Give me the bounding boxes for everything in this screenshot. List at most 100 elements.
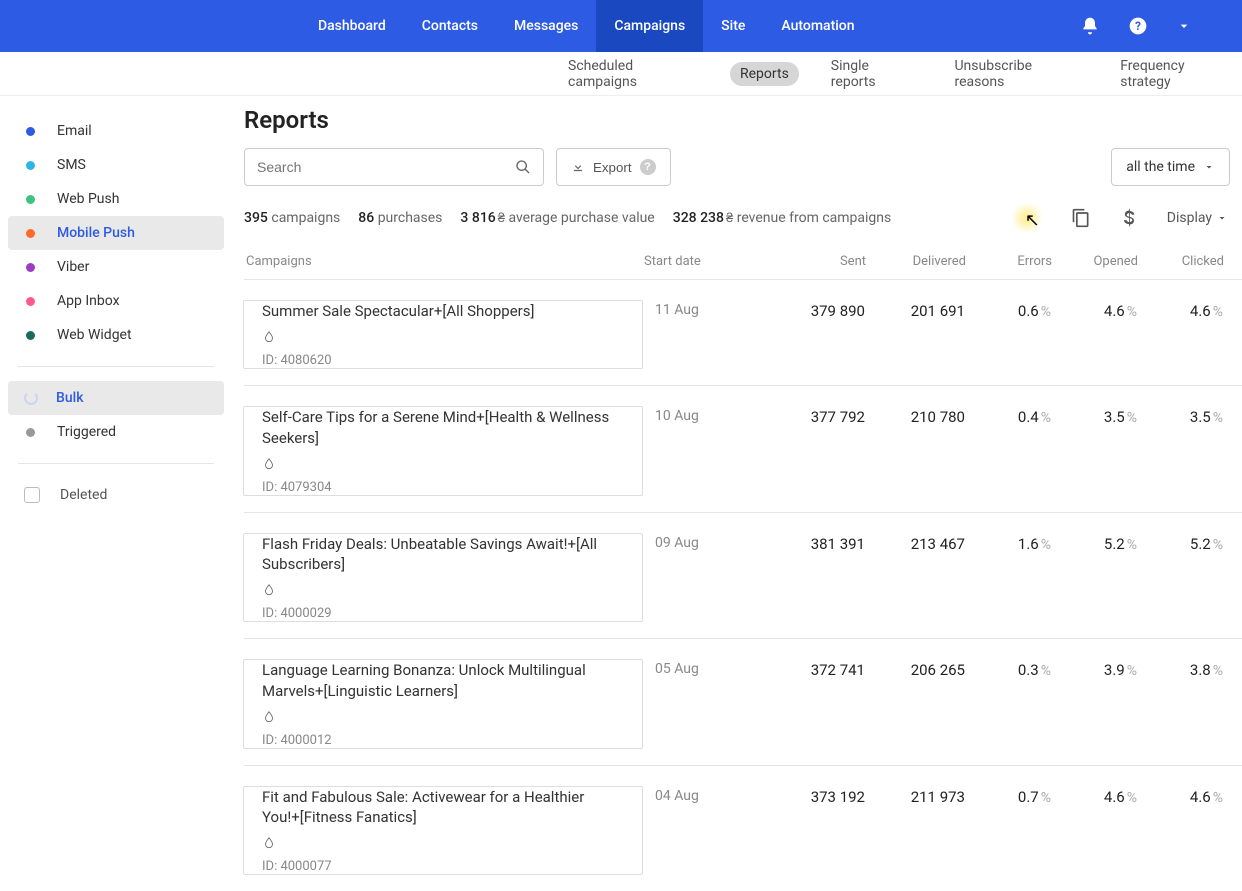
table-header: Campaigns Start date Sent Delivered Erro… <box>244 244 1242 279</box>
campaign-id: ID: 4079304 <box>262 480 624 495</box>
campaign-title: Self-Care Tips for a Serene Mind+[Health… <box>262 407 624 448</box>
copy-icon[interactable] <box>1071 208 1091 228</box>
sidebar-channel-label: Viber <box>57 259 89 275</box>
cell-start-date: 05 Aug <box>643 659 765 749</box>
cell-sent: 372 741 <box>765 659 865 749</box>
table-row[interactable]: Flash Friday Deals: Unbeatable Savings A… <box>244 512 1242 639</box>
export-button[interactable]: Export ? <box>556 148 671 186</box>
stat-revenue-value: 328 238 <box>673 210 724 226</box>
display-label: Display <box>1167 210 1212 226</box>
cell-opened: 3.5% <box>1051 406 1137 496</box>
cell-errors: 0.3% <box>965 659 1051 749</box>
sidebar-channel-sms[interactable]: SMS <box>8 148 224 182</box>
search-input-wrap[interactable] <box>244 148 544 186</box>
dot-icon <box>26 428 35 437</box>
sidebar-deleted-toggle[interactable]: Deleted <box>8 478 224 512</box>
cell-sent: 373 192 <box>765 786 865 876</box>
topnav-item-dashboard[interactable]: Dashboard <box>300 0 404 52</box>
table-row[interactable]: Summer Sale Spectacular+[All Shoppers] ID… <box>244 279 1242 385</box>
stat-avg-value: 3 816 <box>460 210 495 226</box>
subnav-item-single-reports[interactable]: Single reports <box>821 54 923 94</box>
topnav-item-automation[interactable]: Automation <box>763 0 872 52</box>
sidebar-channel-email[interactable]: Email <box>8 114 224 148</box>
spinner-icon <box>24 391 38 405</box>
campaign-title: Summer Sale Spectacular+[All Shoppers] <box>262 301 624 321</box>
subnav-item-frequency-strategy[interactable]: Frequency strategy <box>1110 54 1242 94</box>
col-start-date: Start date <box>644 254 766 269</box>
cell-errors: 0.6% <box>965 300 1051 369</box>
dollar-icon[interactable] <box>1119 208 1139 228</box>
table-row[interactable]: Self-Care Tips for a Serene Mind+[Health… <box>244 385 1242 512</box>
sidebar-channel-web-widget[interactable]: Web Widget <box>8 318 224 352</box>
campaign-id: ID: 4000012 <box>262 733 624 748</box>
droplet-icon <box>262 456 276 472</box>
cell-delivered: 206 265 <box>865 659 965 749</box>
chevron-down-icon <box>1216 212 1228 224</box>
cell-sent: 379 890 <box>765 300 865 369</box>
cell-clicked: 4.6% <box>1137 786 1223 876</box>
stat-avg-label: average purchase value <box>508 210 654 226</box>
campaign-cell: Self-Care Tips for a Serene Mind+[Health… <box>243 406 643 496</box>
col-sent: Sent <box>766 254 866 269</box>
cell-delivered: 210 780 <box>865 406 965 496</box>
subnav-item-reports[interactable]: Reports <box>730 62 799 86</box>
droplet-icon <box>262 582 276 598</box>
stat-campaigns-label: campaigns <box>271 210 340 226</box>
table-row[interactable]: Fit and Fabulous Sale: Activewear for a … <box>244 765 1242 891</box>
sidebar-channel-label: App Inbox <box>57 293 120 309</box>
cell-delivered: 201 691 <box>865 300 965 369</box>
cell-errors: 1.6% <box>965 533 1051 623</box>
campaign-id: ID: 4000077 <box>262 859 624 874</box>
stats-row: 395 campaigns 86 purchases 3 816₴ averag… <box>244 202 1242 234</box>
cell-start-date: 09 Aug <box>643 533 765 623</box>
cell-start-date: 10 Aug <box>643 406 765 496</box>
sub-nav: Scheduled campaigns Reports Single reports… <box>0 52 1242 96</box>
cell-clicked: 5.2% <box>1137 533 1223 623</box>
search-input[interactable] <box>257 159 515 175</box>
channel-dot-icon <box>26 127 35 136</box>
topnav-item-campaigns[interactable]: Campaigns <box>596 0 703 52</box>
subnav-item-unsubscribe-reasons[interactable]: Unsubscribe reasons <box>944 54 1088 94</box>
help-icon[interactable]: ? <box>1128 16 1148 36</box>
top-nav: DashboardContactsMessagesCampaignsSiteAu… <box>0 0 1242 52</box>
search-icon <box>515 159 531 175</box>
sidebar-type-bulk[interactable]: Bulk <box>8 381 224 415</box>
cell-delivered: 211 973 <box>865 786 965 876</box>
sidebar-type-triggered[interactable]: Triggered <box>8 415 224 449</box>
campaign-id: ID: 4080620 <box>262 353 624 368</box>
campaign-id: ID: 4000029 <box>262 606 624 621</box>
currency-symbol: ₴ <box>498 211 505 226</box>
time-range-select[interactable]: all the time <box>1111 148 1230 186</box>
sidebar-separator <box>18 366 214 367</box>
bell-icon[interactable] <box>1080 16 1100 36</box>
topnav-item-messages[interactable]: Messages <box>496 0 596 52</box>
table-row[interactable]: Language Learning Bonanza: Unlock Multil… <box>244 638 1242 765</box>
cell-clicked: 3.5% <box>1137 406 1223 496</box>
display-toggle[interactable]: Display <box>1167 210 1228 226</box>
droplet-icon <box>262 835 276 851</box>
sidebar-channel-viber[interactable]: Viber <box>8 250 224 284</box>
stat-purchases-count: 86 <box>358 210 374 226</box>
sidebar-channel-web-push[interactable]: Web Push <box>8 182 224 216</box>
sidebar-channel-app-inbox[interactable]: App Inbox <box>8 284 224 318</box>
channel-dot-icon <box>26 263 35 272</box>
help-badge-icon: ? <box>640 159 656 175</box>
cell-clicked: 3.8% <box>1137 659 1223 749</box>
droplet-icon <box>262 329 276 345</box>
campaign-title: Fit and Fabulous Sale: Activewear for a … <box>262 787 624 828</box>
cell-sent: 377 792 <box>765 406 865 496</box>
cell-errors: 0.7% <box>965 786 1051 876</box>
cell-opened: 3.9% <box>1051 659 1137 749</box>
cell-sent: 381 391 <box>765 533 865 623</box>
page-title: Reports <box>244 106 1242 134</box>
col-clicked: Clicked <box>1138 254 1224 269</box>
cursor-highlight: ↖ <box>1011 202 1043 234</box>
cell-opened: 4.6% <box>1051 786 1137 876</box>
topnav-item-site[interactable]: Site <box>703 0 763 52</box>
account-chevron-icon[interactable] <box>1176 18 1192 34</box>
stat-revenue-label: revenue from campaigns <box>737 210 892 226</box>
sidebar-channel-mobile-push[interactable]: Mobile Push <box>8 216 224 250</box>
subnav-item-scheduled-campaigns[interactable]: Scheduled campaigns <box>558 54 708 94</box>
col-delivered: Delivered <box>866 254 966 269</box>
topnav-item-contacts[interactable]: Contacts <box>404 0 496 52</box>
